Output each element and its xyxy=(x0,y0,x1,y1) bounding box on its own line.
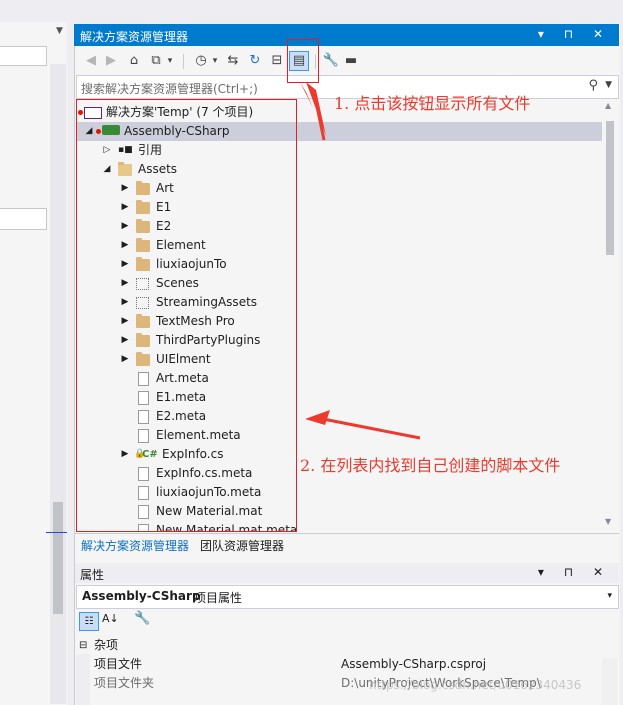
annotation-note-2: 2. 在列表内找到自己创建的脚本文件 xyxy=(300,456,561,475)
watermark: https://blog.csdn.net/u0162340436 xyxy=(369,678,582,692)
annotation-note-1: 1. 点击该按钮显示所有文件 xyxy=(334,94,531,113)
